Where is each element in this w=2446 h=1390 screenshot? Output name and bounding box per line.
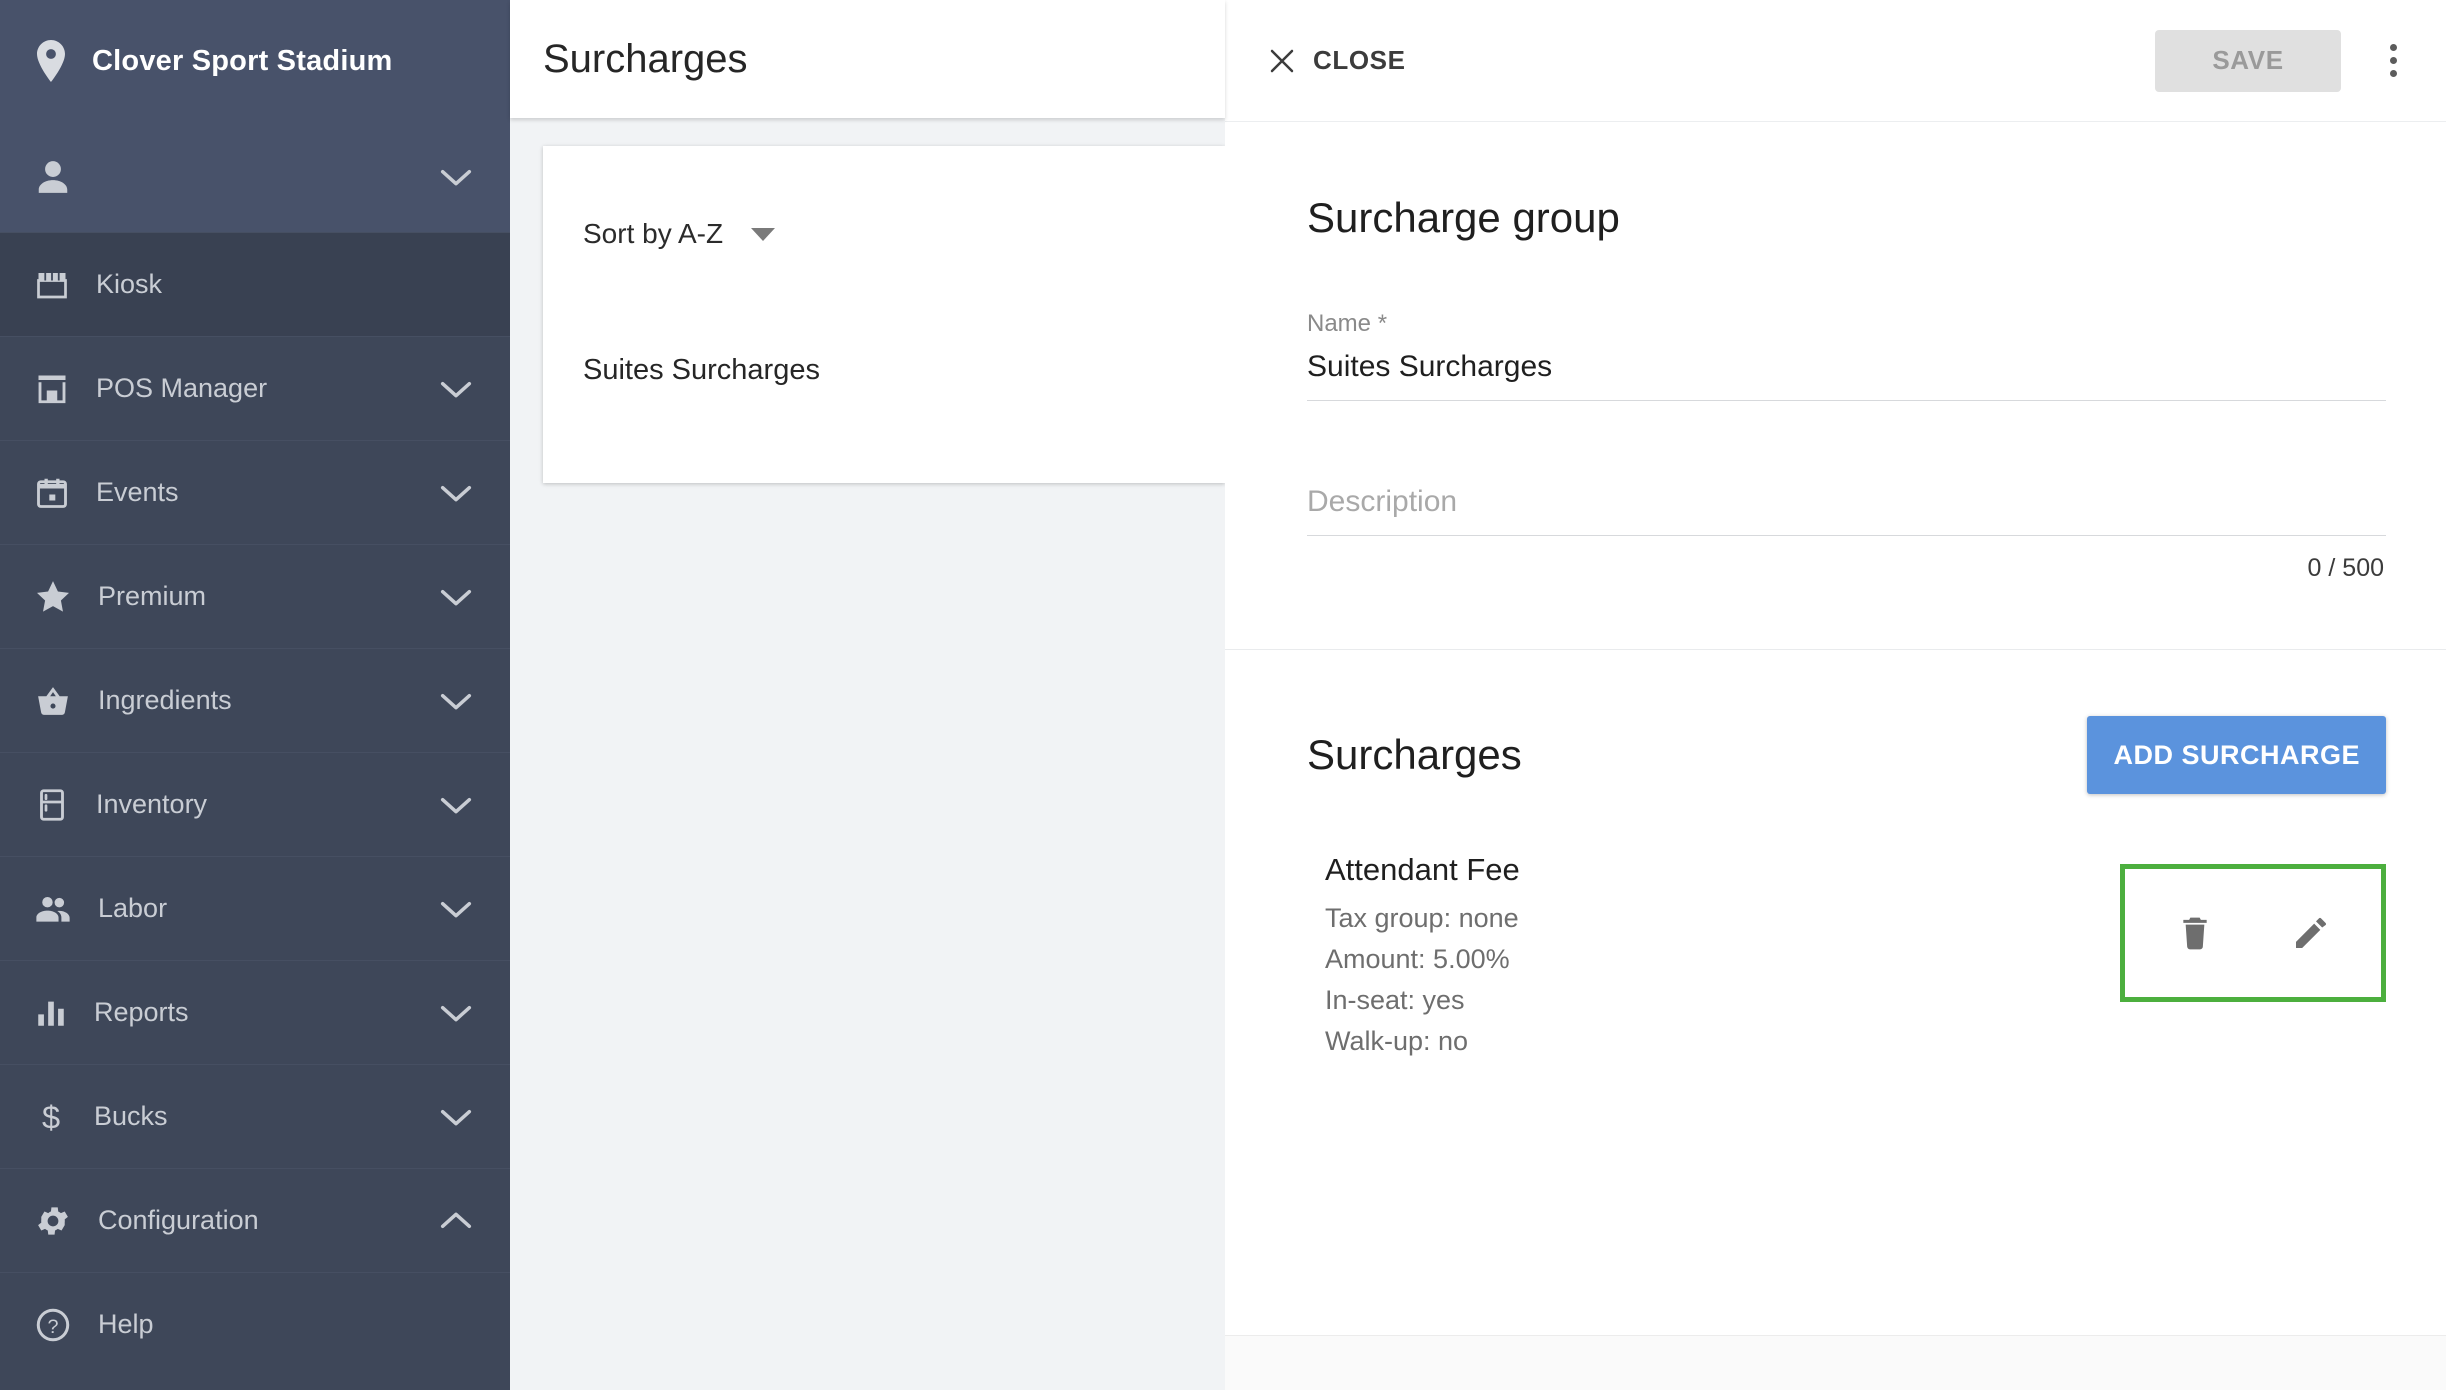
person-icon [34, 158, 72, 196]
sort-dropdown-label: Sort by A-Z [583, 218, 724, 249]
fridge-icon [34, 787, 70, 823]
svg-text:$: $ [42, 1099, 60, 1135]
chevron-up-icon[interactable] [440, 1211, 472, 1231]
store-icon [34, 371, 70, 407]
sidebar-item-reports[interactable]: Reports [0, 960, 510, 1064]
sidebar-item-configuration[interactable]: Configuration [0, 1168, 510, 1272]
sidebar-item-kiosk[interactable]: Kiosk [0, 232, 510, 336]
name-input[interactable]: Suites Surcharges [1307, 350, 2386, 401]
detail-footer [1225, 1336, 2446, 1390]
more-vertical-icon[interactable] [2375, 30, 2411, 92]
help-circle-icon: ? [34, 1306, 72, 1344]
sidebar-item-label: Bucks [94, 1101, 168, 1131]
chevron-down-icon[interactable] [440, 379, 472, 399]
sidebar-item-help[interactable]: ? Help [0, 1272, 510, 1376]
bar-chart-icon [34, 996, 68, 1030]
description-input[interactable]: Description [1307, 485, 2386, 536]
kebab-dot [2389, 44, 2397, 51]
surcharges-list-panel: Surcharges Sort by A-Z Suites Surcharges [510, 0, 1225, 1390]
list-card: Sort by A-Z Suites Surcharges [543, 146, 1225, 483]
people-icon [34, 890, 72, 928]
sidebar-item-pos-manager[interactable]: POS Manager [0, 336, 510, 440]
sidebar-item-label: Reports [94, 997, 189, 1027]
caret-down-icon [751, 227, 776, 241]
kebab-dot [2389, 70, 2397, 77]
delete-surcharge-button[interactable] [2168, 906, 2222, 960]
surcharge-in-seat: In-seat: yes [1325, 984, 1465, 1015]
name-field[interactable]: Name * Suites Surcharges [1307, 310, 2386, 401]
svg-text:?: ? [47, 1315, 58, 1337]
description-field[interactable]: Description 0 / 500 [1307, 485, 2386, 583]
name-field-label: Name * [1307, 310, 1388, 337]
surcharge-actions-highlight [2120, 864, 2386, 1002]
sidebar-item-inventory[interactable]: Inventory [0, 752, 510, 856]
chevron-down-icon[interactable] [440, 795, 472, 815]
surcharge-details: Attendant Fee Tax group: none Amount: 5.… [1325, 852, 1520, 1060]
sidebar-item-labor[interactable]: Labor [0, 856, 510, 960]
chevron-down-icon[interactable] [440, 691, 472, 711]
surcharge-walk-up: Walk-up: no [1325, 1025, 1469, 1056]
list-item[interactable]: Suites Surcharges [583, 354, 820, 387]
surcharges-section-header: Surcharges ADD SURCHARGE [1225, 716, 2446, 794]
chevron-down-icon[interactable] [440, 1003, 472, 1023]
sidebar: Clover Sport Stadium Kiosk POS Manager E… [0, 0, 510, 1390]
sidebar-item-bucks[interactable]: $ Bucks [0, 1064, 510, 1168]
calendar-icon [34, 475, 70, 511]
page-title: Surcharges [543, 36, 748, 81]
sidebar-item-label: Inventory [96, 789, 208, 819]
storefront-icon [34, 267, 70, 303]
sidebar-item-label: Kiosk [96, 269, 163, 299]
gear-icon [34, 1202, 72, 1240]
chevron-down-icon[interactable] [440, 587, 472, 607]
save-button[interactable]: SAVE [2155, 29, 2341, 92]
close-x-icon [1267, 46, 1297, 76]
basket-icon [34, 682, 72, 720]
edit-surcharge-button[interactable] [2284, 906, 2338, 960]
sidebar-item-premium[interactable]: Premium [0, 544, 510, 648]
sidebar-item-label: Help [98, 1309, 154, 1339]
surcharge-group-heading: Surcharge group [1307, 194, 1620, 241]
character-counter: 0 / 500 [2307, 554, 2384, 582]
star-icon [34, 578, 72, 616]
chevron-down-icon[interactable] [440, 899, 472, 919]
surcharge-group-detail-panel: CLOSE SAVE Surcharge group Name * Suites… [1225, 0, 2446, 1390]
sidebar-item-ingredients[interactable]: Ingredients [0, 648, 510, 752]
sidebar-item-label: Ingredients [98, 685, 232, 715]
sidebar-item-label: Labor [98, 893, 168, 923]
chevron-down-icon[interactable] [440, 1107, 472, 1127]
user-menu[interactable] [0, 122, 510, 232]
close-button-label: CLOSE [1313, 45, 1406, 75]
chevron-down-icon[interactable] [440, 483, 472, 503]
app-root: Clover Sport Stadium Kiosk POS Manager E… [0, 0, 2446, 1390]
surcharge-row: Attendant Fee Tax group: none Amount: 5.… [1225, 852, 2446, 1060]
venue-header[interactable]: Clover Sport Stadium [0, 0, 510, 122]
surcharge-group-section: Surcharge group Name * Suites Surcharges… [1225, 122, 2446, 583]
venue-name: Clover Sport Stadium [92, 44, 393, 77]
section-divider [1225, 649, 2446, 650]
close-button[interactable]: CLOSE [1267, 45, 1406, 76]
list-panel-header: Surcharges [510, 0, 1225, 118]
sidebar-item-label: Premium [98, 581, 207, 611]
sidebar-item-label: Events [96, 477, 179, 507]
sidebar-item-label: POS Manager [96, 373, 268, 403]
trash-icon [2175, 913, 2215, 953]
surcharge-amount: Amount: 5.00% [1325, 943, 1510, 974]
surcharge-name: Attendant Fee [1325, 852, 1520, 887]
pencil-icon [2291, 913, 2331, 953]
sidebar-item-events[interactable]: Events [0, 440, 510, 544]
location-pin-icon [34, 40, 68, 82]
chevron-down-icon[interactable] [440, 167, 472, 187]
dollar-icon: $ [34, 1098, 68, 1136]
sort-dropdown[interactable]: Sort by A-Z [583, 218, 776, 250]
kebab-dot [2389, 57, 2397, 64]
surcharges-heading: Surcharges [1307, 731, 1522, 778]
sidebar-item-label: Configuration [98, 1205, 259, 1235]
add-surcharge-button[interactable]: ADD SURCHARGE [2087, 716, 2386, 794]
surcharge-tax-group: Tax group: none [1325, 903, 1519, 933]
detail-header: CLOSE SAVE [1225, 0, 2446, 122]
